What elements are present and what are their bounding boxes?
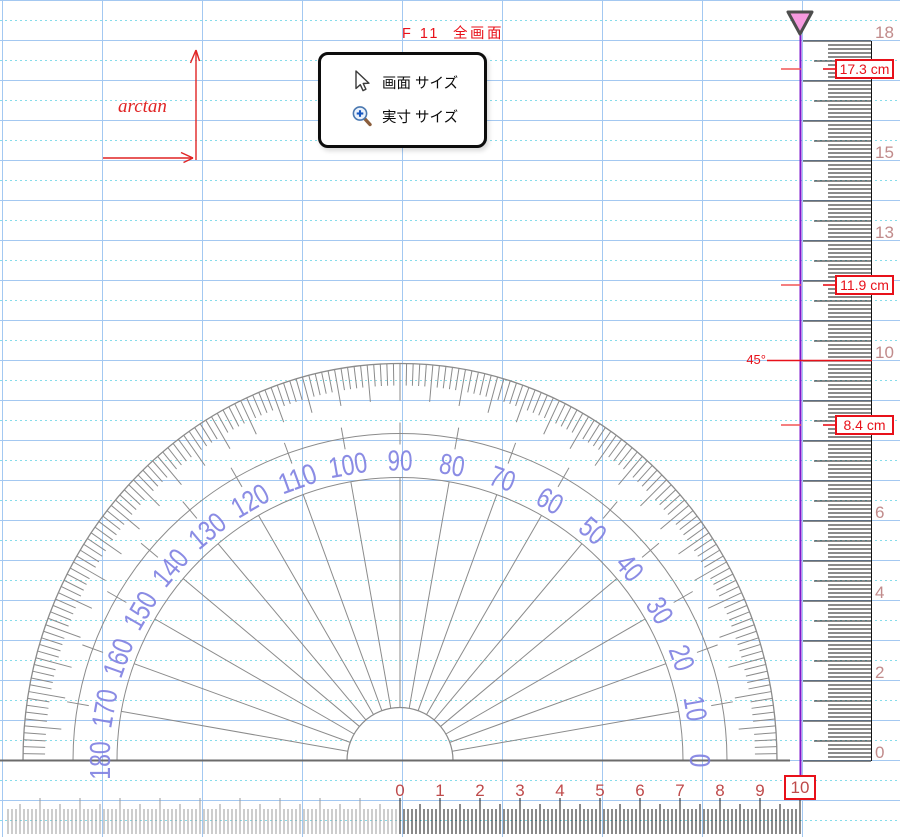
svg-text:70: 70 xyxy=(485,460,519,499)
svg-text:120: 120 xyxy=(226,478,275,525)
svg-text:130: 130 xyxy=(183,507,233,556)
svg-text:110: 110 xyxy=(274,458,321,501)
menu-item-label: 実寸 サイズ xyxy=(382,106,458,127)
svg-text:10: 10 xyxy=(875,343,894,362)
svg-text:4: 4 xyxy=(555,781,564,800)
svg-text:80: 80 xyxy=(437,448,467,484)
context-menu: 画面 サイズ 実寸 サイズ xyxy=(318,52,487,148)
svg-text:2: 2 xyxy=(475,781,484,800)
protractor: 0 10 20 30 405060 70 80 90 100110120130140150160… xyxy=(0,364,790,780)
horizontal-ruler: 0 1 2 3 4 5 6 7 8 9 xyxy=(8,781,800,834)
svg-text:140: 140 xyxy=(146,543,195,593)
svg-text:50: 50 xyxy=(572,511,612,552)
svg-text:7: 7 xyxy=(675,781,684,800)
measurement-readout: 11.9 cm xyxy=(835,275,894,295)
svg-text:0: 0 xyxy=(395,781,404,800)
svg-text:60: 60 xyxy=(531,481,569,521)
menu-item-actual-size[interactable]: 実寸 サイズ xyxy=(321,101,484,131)
svg-text:6: 6 xyxy=(635,781,644,800)
svg-text:10: 10 xyxy=(677,693,713,723)
svg-text:160: 160 xyxy=(97,635,140,682)
svg-text:5: 5 xyxy=(595,781,604,800)
svg-text:170: 170 xyxy=(86,687,124,730)
svg-text:2: 2 xyxy=(875,663,884,682)
vertical-ruler: 18 15 13 10 6 4 2 0 xyxy=(803,23,894,762)
svg-text:40: 40 xyxy=(609,548,650,588)
svg-text:0: 0 xyxy=(875,743,884,762)
menu-item-label: 画面 サイズ xyxy=(382,72,458,93)
ruler-endpoint-highlight: 10 xyxy=(784,775,816,800)
cursor-icon xyxy=(351,70,373,94)
angle-readout: 45° xyxy=(720,352,766,367)
svg-text:0: 0 xyxy=(683,754,715,768)
svg-text:20: 20 xyxy=(662,641,701,675)
svg-text:90: 90 xyxy=(388,446,413,478)
svg-text:4: 4 xyxy=(875,583,884,602)
svg-text:3: 3 xyxy=(515,781,524,800)
zoom-in-icon xyxy=(351,104,373,128)
svg-text:6: 6 xyxy=(875,503,884,522)
arctan-label: arctan xyxy=(118,96,167,118)
svg-text:1: 1 xyxy=(435,781,444,800)
svg-text:8: 8 xyxy=(715,781,724,800)
svg-text:100: 100 xyxy=(326,447,369,485)
screen-ruler-app: 0102030405060708090100110120130140150160… xyxy=(0,0,900,837)
measurement-marks xyxy=(767,69,872,425)
measurement-readout: 8.4 cm xyxy=(835,415,894,435)
menu-item-screen-size[interactable]: 画面 サイズ xyxy=(321,67,484,97)
marker-triangle-handle[interactable] xyxy=(788,12,812,34)
svg-text:15: 15 xyxy=(875,143,894,162)
svg-text:18: 18 xyxy=(875,23,894,42)
svg-text:9: 9 xyxy=(755,781,764,800)
svg-text:180: 180 xyxy=(85,741,117,780)
svg-text:30: 30 xyxy=(639,592,679,630)
svg-text:13: 13 xyxy=(875,223,894,242)
fullscreen-hint: F 11 全画面 xyxy=(402,22,504,43)
svg-text:150: 150 xyxy=(118,586,165,635)
measurement-readout: 17.3 cm xyxy=(835,59,894,79)
